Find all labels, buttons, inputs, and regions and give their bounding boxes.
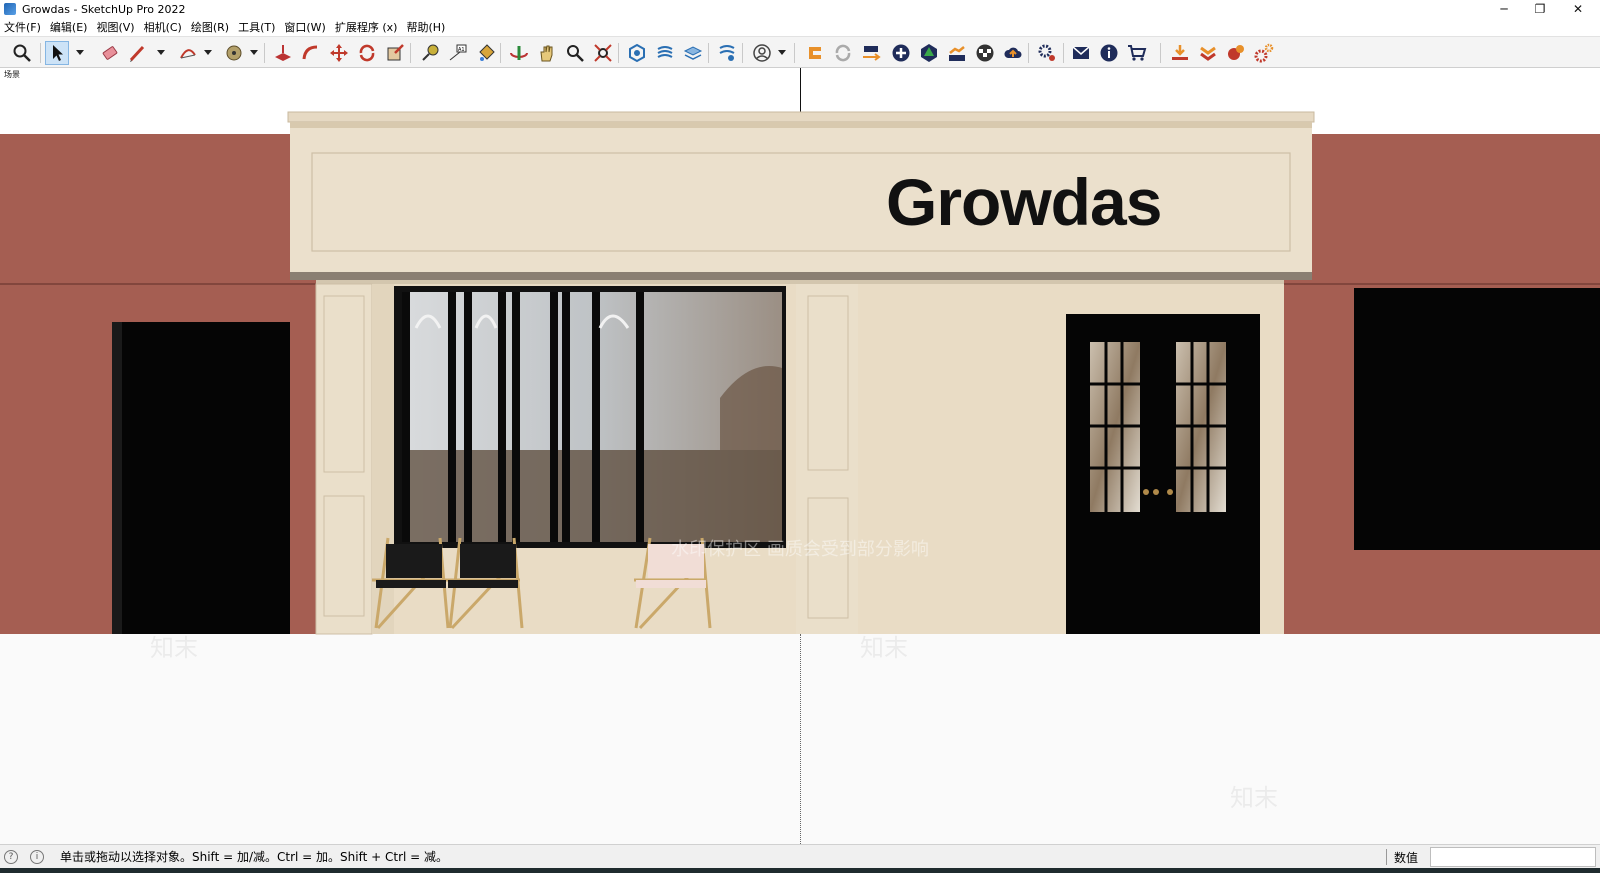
tape-measure-icon[interactable] — [418, 41, 442, 65]
status-bar: ? i 单击或拖动以选择对象。Shift = 加/减。Ctrl = 加。Shif… — [0, 844, 1600, 868]
share-model-icon[interactable] — [653, 41, 677, 65]
scale-tool-icon[interactable] — [383, 41, 407, 65]
modeling-viewport[interactable]: 场景 Growdas 水印保护区 画质会受到部分影响 知末 知末 知末 — [0, 68, 1600, 844]
transfer-icon[interactable] — [859, 41, 883, 65]
paint-bucket-icon[interactable] — [474, 41, 498, 65]
status-separator — [1386, 849, 1387, 865]
close-button[interactable]: ✕ — [1560, 0, 1596, 18]
zoom-icon[interactable] — [563, 41, 587, 65]
plugin-e-icon[interactable] — [803, 41, 827, 65]
rotate-tool-icon[interactable] — [355, 41, 379, 65]
cart-icon[interactable] — [1125, 41, 1149, 65]
menu-draw[interactable]: 绘图(R) — [191, 19, 229, 35]
watermark-logo: 知末 — [150, 634, 198, 662]
status-hint-text: 单击或拖动以选择对象。Shift = 加/减。Ctrl = 加。Shift + … — [60, 850, 449, 864]
select-tool-icon[interactable] — [45, 41, 69, 65]
shape-tool-icon[interactable] — [222, 41, 246, 65]
toolbar-separator — [410, 43, 411, 63]
cloud-upload-icon[interactable] — [1001, 41, 1025, 65]
watermark-logo: 知末 — [1230, 784, 1278, 812]
minimize-button[interactable]: ─ — [1486, 0, 1522, 18]
push-pull-icon[interactable] — [271, 41, 295, 65]
select-dropdown-arrow-icon[interactable] — [76, 50, 84, 55]
account-icon[interactable] — [750, 41, 774, 65]
toolbar-separator — [742, 43, 743, 63]
toolbar-separator — [708, 43, 709, 63]
watermark-logo: 知末 — [860, 634, 908, 662]
zoom-extents-icon[interactable] — [591, 41, 615, 65]
restore-button[interactable]: ❐ — [1522, 0, 1558, 18]
menu-bar: 文件(F) 编辑(E) 视图(V) 相机(C) 绘图(R) 工具(T) 窗口(W… — [0, 18, 1600, 36]
paint-splash-icon[interactable] — [1224, 41, 1248, 65]
toolbar-separator — [794, 43, 795, 63]
menu-edit[interactable]: 编辑(E) — [50, 19, 88, 35]
right-black-window — [1354, 288, 1600, 550]
sketchup-app-icon — [4, 3, 16, 15]
menu-file[interactable]: 文件(F) — [4, 19, 41, 35]
add-circle-icon[interactable] — [889, 41, 913, 65]
toolbar-separator — [1160, 43, 1161, 63]
toolbar-separator — [40, 43, 41, 63]
left-black-doorway — [112, 322, 290, 634]
green-axis-dotted-line — [800, 634, 801, 844]
menu-extensions[interactable]: 扩展程序 (x) — [335, 19, 398, 35]
menu-window[interactable]: 窗口(W) — [284, 19, 325, 35]
measurements-label: 数值 — [1394, 851, 1419, 865]
chevron-layers-icon[interactable] — [1196, 41, 1220, 65]
watermark-banner-text: 水印保护区 画质会受到部分影响 — [671, 539, 929, 560]
orbit-icon[interactable] — [507, 41, 531, 65]
arc-tool-icon[interactable] — [176, 41, 200, 65]
layers-icon[interactable] — [681, 41, 705, 65]
toolbar-separator — [264, 43, 265, 63]
menu-camera[interactable]: 相机(C) — [144, 19, 182, 35]
pan-hand-icon[interactable] — [535, 41, 559, 65]
geo-location-icon[interactable]: ? — [4, 849, 18, 864]
storefront-sign-text: Growdas — [886, 165, 1162, 239]
toolbar-separator — [1063, 43, 1064, 63]
menu-view[interactable]: 视图(V) — [96, 19, 134, 35]
toolbar: A1 — [0, 36, 1600, 68]
gears-icon[interactable] — [1252, 41, 1276, 65]
download-tray-icon[interactable] — [1168, 41, 1192, 65]
menu-tools[interactable]: 工具(T) — [238, 19, 275, 35]
info-icon[interactable] — [1097, 41, 1121, 65]
watermark-band: 水印保护区 画质会受到部分影响 — [0, 536, 1600, 560]
taskbar-strip — [0, 868, 1600, 873]
move-tool-icon[interactable] — [327, 41, 351, 65]
dimension-tool-icon[interactable]: A1 — [446, 41, 470, 65]
stairs-icon[interactable] — [945, 41, 969, 65]
eraser-icon[interactable] — [98, 41, 122, 65]
toolbar-separator — [500, 43, 501, 63]
zoom-window-icon[interactable] — [10, 41, 34, 65]
mail-icon[interactable] — [1069, 41, 1093, 65]
extension-warehouse-icon[interactable] — [715, 41, 739, 65]
credits-info-icon[interactable]: i — [30, 849, 44, 864]
tree-icon[interactable] — [917, 41, 941, 65]
measurements-input[interactable] — [1430, 847, 1596, 867]
pencil-line-icon[interactable] — [126, 41, 150, 65]
follow-me-icon[interactable] — [299, 41, 323, 65]
settings-gear-icon[interactable] — [1035, 41, 1059, 65]
line-dropdown-arrow-icon[interactable] — [157, 50, 165, 55]
window-title: Growdas - SketchUp Pro 2022 — [22, 2, 186, 16]
toolbar-separator — [618, 43, 619, 63]
toolbar-separator — [1028, 43, 1029, 63]
warehouse-icon[interactable] — [625, 41, 649, 65]
refresh-icon[interactable] — [831, 41, 855, 65]
svg-text:A1: A1 — [458, 47, 465, 53]
account-dropdown-arrow-icon[interactable] — [778, 50, 786, 55]
shape-dropdown-arrow-icon[interactable] — [250, 50, 258, 55]
checker-sphere-icon[interactable] — [973, 41, 997, 65]
arc-dropdown-arrow-icon[interactable] — [204, 50, 212, 55]
title-bar: Growdas - SketchUp Pro 2022 ─ ❐ ✕ — [0, 0, 1600, 18]
menu-help[interactable]: 帮助(H) — [406, 19, 445, 35]
